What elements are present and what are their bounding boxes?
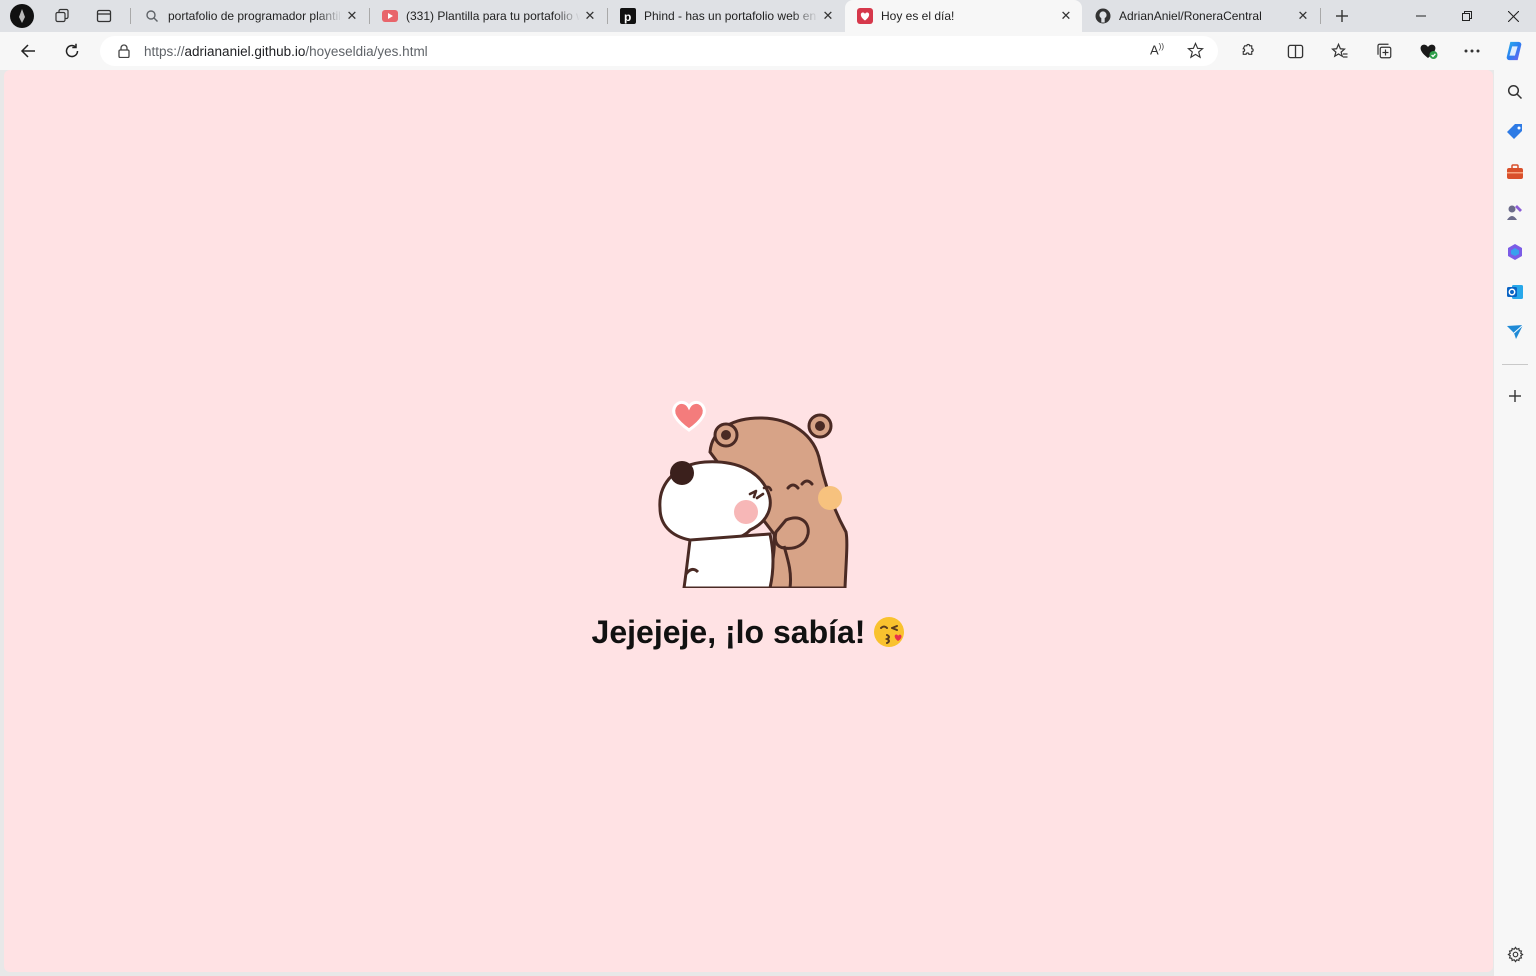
lock-icon[interactable] [118,44,130,58]
close-tab-icon[interactable]: ✕ [818,6,838,26]
tab-search[interactable]: portafolio de programador plantilla ✕ [132,0,368,32]
profile-avatar[interactable] [8,4,36,28]
page-message: Jejejeje, ¡lo sabía! [4,614,1493,651]
search-icon [144,8,160,24]
tab-phind[interactable]: p Phind - has un portafolio web en ✕ [608,0,844,32]
toolbar: https://adriananiel.github.io/hoyeseldia… [0,32,1536,70]
microsoft-365-icon[interactable] [1503,240,1527,264]
minimize-button[interactable] [1398,0,1444,32]
browser-essentials-icon[interactable] [1414,37,1442,65]
tab-strip: portafolio de programador plantilla ✕ (3… [0,0,1536,32]
extensions-icon[interactable] [1233,37,1261,65]
new-tab-button[interactable] [1328,4,1356,28]
youtube-icon [382,8,398,24]
close-tab-icon[interactable]: ✕ [1293,6,1313,26]
tab-title: (331) Plantilla para tu portafolio web [406,9,580,23]
shopping-tag-icon[interactable] [1503,120,1527,144]
close-tab-icon[interactable]: ✕ [1056,6,1076,26]
tab-title: portafolio de programador plantilla [168,9,342,23]
url-text[interactable]: https://adriananiel.github.io/hoyeseldia… [144,44,428,59]
close-tab-icon[interactable]: ✕ [580,6,600,26]
send-icon[interactable] [1503,320,1527,344]
page-content: Jejejeje, ¡lo sabía! [4,70,1493,972]
address-bar[interactable]: https://adriananiel.github.io/hoyeseldia… [100,36,1218,66]
close-window-button[interactable] [1490,0,1536,32]
split-screen-icon[interactable] [1281,37,1309,65]
heart-favicon [857,8,873,24]
workspaces-icon[interactable] [48,4,76,28]
copilot-icon[interactable] [1500,37,1528,65]
svg-text:p: p [624,10,631,24]
hugging-bears-illustration [650,392,850,590]
message-text: Jejejeje, ¡lo sabía! [591,614,866,650]
add-icon[interactable] [1503,384,1527,408]
tab-active[interactable]: Hoy es el día! ✕ [845,0,1082,32]
tab-title: Phind - has un portafolio web en [644,9,817,23]
heart-icon [672,400,706,432]
tools-briefcase-icon[interactable] [1503,160,1527,184]
collections-icon[interactable] [1370,37,1398,65]
outlook-icon[interactable] [1503,280,1527,304]
back-button[interactable] [14,37,42,65]
sidebar-divider [1502,364,1528,365]
vertical-tabs-icon[interactable] [90,4,118,28]
tab-title: Hoy es el día! [881,9,955,23]
read-aloud-icon[interactable]: A)) [1150,42,1164,57]
edge-sidebar [1494,70,1536,976]
search-icon[interactable] [1503,80,1527,104]
restore-button[interactable] [1444,0,1490,32]
face-blowing-kiss-emoji [873,616,905,648]
tab-title: AdrianAniel/RoneraCentral [1119,9,1262,23]
settings-gear-icon[interactable] [1503,942,1527,966]
github-icon [1095,8,1111,24]
favorites-icon[interactable] [1326,37,1354,65]
tab-youtube[interactable]: (331) Plantilla para tu portafolio web ✕ [370,0,606,32]
games-icon[interactable] [1503,200,1527,224]
favorite-star-icon[interactable] [1186,41,1205,64]
phind-icon: p [620,8,636,24]
tab-github[interactable]: AdrianAniel/RoneraCentral ✕ [1083,0,1319,32]
refresh-button[interactable] [58,37,86,65]
close-tab-icon[interactable]: ✕ [342,6,362,26]
more-options-icon[interactable] [1458,37,1486,65]
